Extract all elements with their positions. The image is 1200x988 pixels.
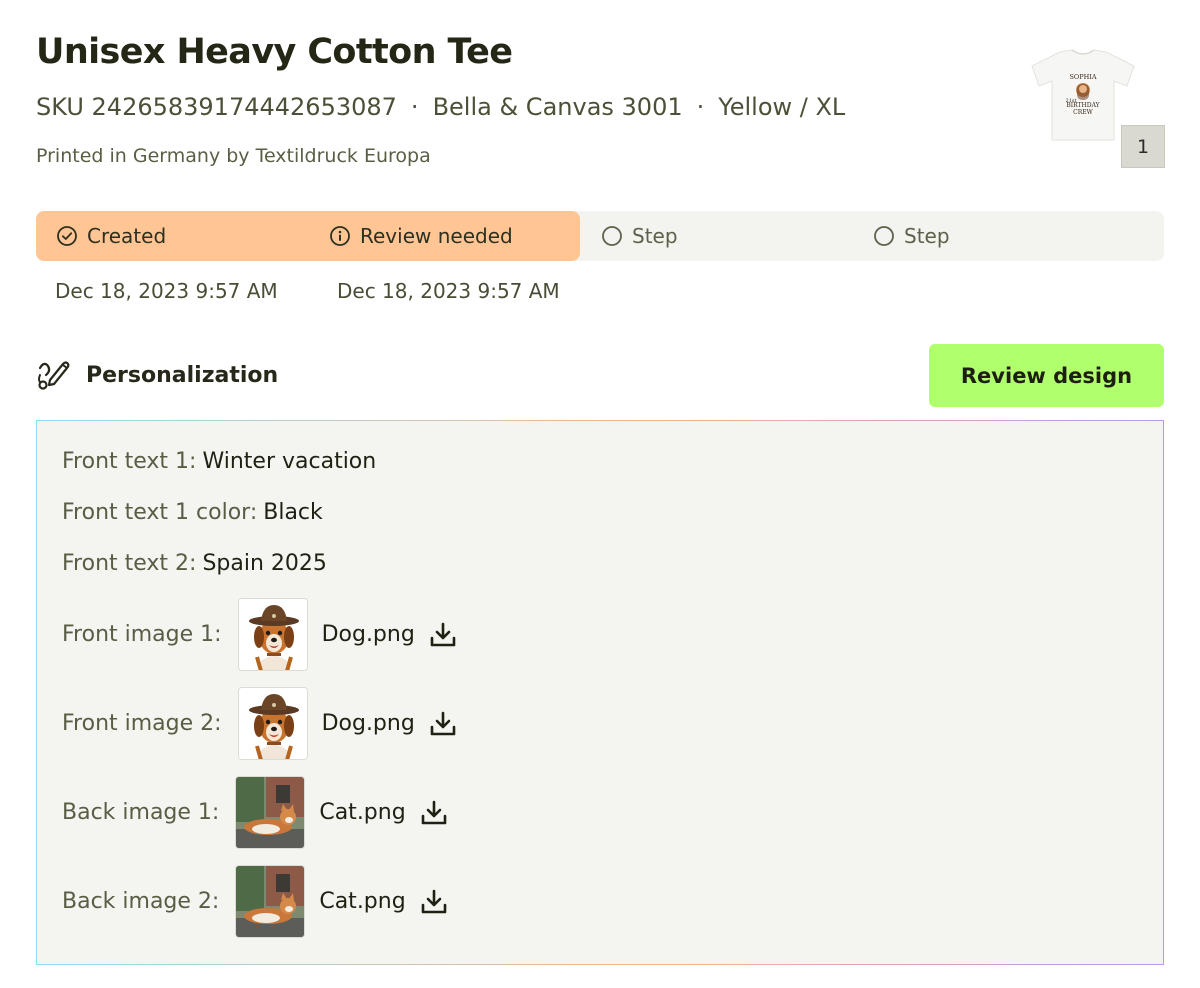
field-row: Front text 2: Spain 2025 (62, 551, 327, 576)
download-icon[interactable] (429, 621, 457, 649)
personalization-content: Front text 1: Winter vacation Front text… (37, 421, 1163, 964)
empty-circle-icon (874, 226, 894, 246)
step-review-needed: Review needed (329, 211, 513, 261)
image-label: Back image 2: (62, 889, 220, 914)
download-icon[interactable] (420, 799, 448, 827)
step-review-date: Dec 18, 2023 9:57 AM (337, 279, 560, 303)
personalization-pencil-icon (38, 361, 70, 390)
cat-thumbnail[interactable] (235, 776, 306, 849)
step-created: Created (56, 211, 166, 261)
product-title: Unisex Heavy Cotton Tee (36, 32, 513, 72)
image-filename: Cat.png (319, 889, 406, 914)
image-row: Front image 2: Dog.png (62, 687, 457, 760)
personalization-title: Personalization (86, 362, 279, 388)
separator-dot: · (696, 93, 705, 121)
product-brand: Bella & Canvas 3001 (432, 93, 683, 121)
info-circle-icon (330, 226, 350, 246)
cat-thumbnail[interactable] (235, 865, 306, 938)
check-circle-icon (57, 226, 77, 246)
image-filename: Dog.png (321, 711, 415, 736)
dog-thumbnail[interactable] (237, 598, 308, 671)
field-row: Front text 1: Winter vacation (62, 449, 376, 474)
mockup-text-3: BIRTHDAY (1066, 102, 1100, 109)
image-row: Back image 1: Cat.png (62, 776, 448, 849)
progress-stepper: Created Review needed Step Step (36, 211, 1164, 261)
product-sku: SKU 24265839174442653087 (36, 93, 397, 121)
product-meta: SKU 24265839174442653087 · Bella & Canva… (36, 93, 845, 121)
mockup-text-4: CREW (1073, 109, 1093, 116)
image-label: Back image 1: (62, 800, 220, 825)
download-icon[interactable] (420, 888, 448, 916)
step-label: Step (904, 224, 950, 248)
field-label: Front text 1 color: (62, 500, 258, 525)
field-label: Front text 2: (62, 551, 197, 576)
printed-by: Printed in Germany by Textildruck Europa (36, 145, 431, 167)
step-label: Review needed (360, 224, 513, 248)
step-3: Step (601, 211, 678, 261)
empty-circle-icon (602, 226, 622, 246)
separator-dot: · (410, 93, 419, 121)
step-4: Step (873, 211, 950, 261)
field-value: Winter vacation (202, 449, 377, 474)
mockup-text-1: SOPHIA (1069, 73, 1096, 81)
field-row: Front text 1 color: Black (62, 500, 323, 525)
image-label: Front image 1: (62, 622, 222, 647)
image-filename: Cat.png (319, 800, 406, 825)
image-row: Front image 1: Dog.png (62, 598, 457, 671)
field-label: Front text 1: (62, 449, 197, 474)
download-icon[interactable] (429, 710, 457, 738)
step-label: Created (87, 224, 167, 248)
step-label: Step (632, 224, 678, 248)
quantity-badge: 1 (1121, 125, 1165, 168)
personalization-panel: Front text 1: Winter vacation Front text… (36, 420, 1164, 965)
field-value: Spain 2025 (202, 551, 327, 576)
product-variant: Yellow / XL (718, 93, 846, 121)
image-label: Front image 2: (62, 711, 222, 736)
field-value: Black (263, 500, 323, 525)
review-design-button[interactable]: Review design (929, 344, 1164, 407)
image-row: Back image 2: Cat.png (62, 865, 448, 938)
dog-thumbnail[interactable] (237, 687, 308, 760)
personalization-header: Personalization (36, 358, 278, 392)
step-created-date: Dec 18, 2023 9:57 AM (55, 279, 278, 303)
image-filename: Dog.png (321, 622, 415, 647)
